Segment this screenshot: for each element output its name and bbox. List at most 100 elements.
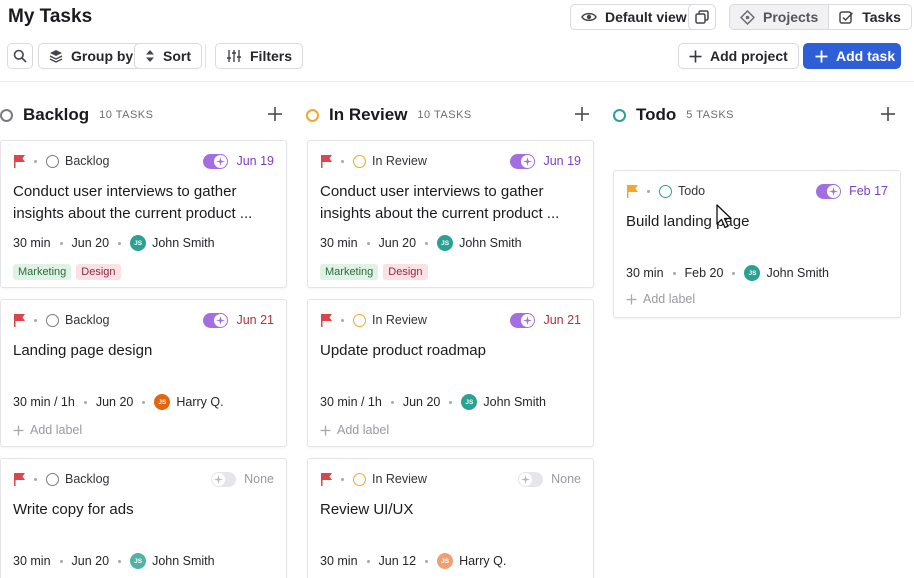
add-task-button[interactable]: Add task	[803, 43, 901, 69]
sparkle-icon	[216, 315, 226, 325]
header-divider	[0, 81, 914, 82]
orange-flag-icon[interactable]	[626, 184, 639, 198]
ai-schedule-toggle[interactable]: Jun 19	[203, 153, 274, 169]
checkbox-icon	[839, 10, 854, 24]
task-card[interactable]: In Review None Review UI/UX 30 min Jun 1…	[307, 458, 594, 578]
separator-dot	[118, 559, 122, 563]
backlog-status-icon[interactable]	[46, 472, 59, 486]
sort-label: Sort	[163, 48, 191, 64]
add-project-label: Add project	[710, 48, 788, 64]
tag-marketing[interactable]: Marketing	[320, 264, 379, 280]
ai-schedule-toggle[interactable]: Jun 19	[510, 153, 581, 169]
sparkle-icon	[216, 156, 226, 166]
task-title[interactable]: Landing page design	[13, 340, 272, 362]
group-by-button[interactable]: Group by	[38, 43, 145, 69]
sort-button[interactable]: Sort	[134, 43, 202, 69]
in-review-status-icon[interactable]	[353, 472, 366, 486]
task-card[interactable]: In Review Jun 19 Conduct user interviews…	[307, 140, 594, 288]
due-date: Jun 19	[236, 154, 274, 168]
avatar: JS	[130, 235, 147, 251]
red-flag-icon[interactable]	[320, 472, 333, 486]
ai-schedule-toggle[interactable]: None	[211, 471, 274, 487]
task-title[interactable]: Review UI/UX	[320, 499, 579, 521]
column-header-todo: Todo 5 TASKS	[613, 103, 734, 127]
separator-dot	[732, 271, 736, 275]
tag-design[interactable]: Design	[383, 264, 428, 280]
default-view-label: Default view	[605, 9, 687, 25]
add-to-backlog-plus-icon[interactable]	[267, 106, 283, 122]
separator-dot	[142, 400, 146, 404]
add-label-button[interactable]: Add label	[320, 423, 389, 437]
separator-dot	[449, 400, 453, 404]
status-label: Todo	[678, 184, 706, 198]
in-review-status-icon[interactable]	[353, 154, 366, 168]
add-project-button[interactable]: Add project	[678, 43, 799, 69]
separator-dot	[59, 559, 63, 563]
add-label-button[interactable]: Add label	[13, 423, 82, 437]
page-title: My Tasks	[8, 6, 93, 27]
sparkle-icon	[523, 156, 533, 166]
task-title[interactable]: Update product roadmap	[320, 340, 579, 362]
assignee-name[interactable]: Harry Q.	[459, 554, 506, 568]
tag-marketing[interactable]: Marketing	[13, 264, 72, 280]
ai-schedule-toggle[interactable]: None	[518, 471, 581, 487]
red-flag-icon[interactable]	[320, 313, 333, 327]
add-label-text: Add label	[30, 423, 83, 437]
add-task-label: Add task	[836, 48, 896, 64]
task-card[interactable]: Backlog Jun 21 Landing page design 30 mi…	[0, 299, 287, 447]
tag-design[interactable]: Design	[76, 264, 121, 280]
backlog-status-icon[interactable]	[46, 313, 59, 327]
duplicate-view-button[interactable]	[688, 4, 716, 30]
tab-projects[interactable]: Projects	[730, 5, 829, 29]
tab-tasks[interactable]: Tasks	[828, 5, 911, 29]
assignee-name[interactable]: Harry Q.	[176, 395, 223, 409]
avatar: JS	[154, 394, 171, 410]
red-flag-icon[interactable]	[13, 472, 26, 486]
red-flag-icon[interactable]	[13, 313, 26, 327]
ai-schedule-toggle[interactable]: Jun 21	[203, 312, 274, 328]
in-review-status-icon[interactable]	[353, 313, 366, 327]
todo-status-icon[interactable]	[659, 184, 672, 198]
due-date: Jun 19	[543, 154, 581, 168]
filters-button[interactable]: Filters	[215, 43, 304, 69]
task-title[interactable]: Build landing page	[626, 211, 886, 233]
assignee-name[interactable]: John Smith	[483, 395, 546, 409]
task-title[interactable]: Conduct user interviews to gather insigh…	[320, 181, 579, 225]
mouse-cursor-icon	[716, 204, 732, 229]
default-view-button[interactable]: Default view	[570, 4, 698, 30]
separator-dot	[341, 159, 344, 163]
duration: 30 min	[13, 554, 51, 568]
due-date: Feb 17	[849, 184, 888, 198]
task-title[interactable]: Write copy for ads	[13, 499, 272, 521]
assignee-name[interactable]: John Smith	[459, 236, 522, 250]
separator-dot	[366, 559, 370, 563]
view-switcher: Projects Tasks	[729, 4, 912, 30]
duration: 30 min	[320, 554, 358, 568]
assignee-name[interactable]: John Smith	[766, 266, 829, 280]
ai-schedule-toggle[interactable]: Jun 21	[510, 312, 581, 328]
task-title[interactable]: Conduct user interviews to gather insigh…	[13, 181, 272, 225]
task-card[interactable]: In Review Jun 21 Update product roadmap …	[307, 299, 594, 447]
add-label-button[interactable]: Add label	[626, 292, 695, 306]
separator-dot	[647, 189, 650, 193]
add-to-todo-plus-icon[interactable]	[880, 106, 896, 122]
start-date: Jun 20	[378, 236, 417, 250]
start-date: Jun 20	[71, 236, 110, 250]
separator-dot	[34, 159, 37, 163]
assignee-name[interactable]: John Smith	[152, 554, 215, 568]
task-card[interactable]: Backlog Jun 19 Conduct user interviews t…	[0, 140, 287, 288]
assignee-name[interactable]: John Smith	[152, 236, 215, 250]
backlog-status-icon[interactable]	[46, 154, 59, 168]
ai-schedule-toggle[interactable]: Feb 17	[816, 183, 888, 199]
task-card[interactable]: Backlog None Write copy for ads 30 min J…	[0, 458, 287, 578]
avatar: JS	[437, 553, 454, 569]
sparkle-icon	[521, 474, 531, 484]
add-to-in-review-plus-icon[interactable]	[574, 106, 590, 122]
backlog-status-icon	[0, 108, 13, 122]
status-label: In Review	[372, 472, 427, 486]
status-label: Backlog	[65, 472, 110, 486]
red-flag-icon[interactable]	[13, 154, 26, 168]
red-flag-icon[interactable]	[320, 154, 333, 168]
search-button[interactable]	[7, 43, 33, 69]
task-card[interactable]: Todo Feb 17 Build landing page 30 min Fe…	[613, 170, 901, 318]
